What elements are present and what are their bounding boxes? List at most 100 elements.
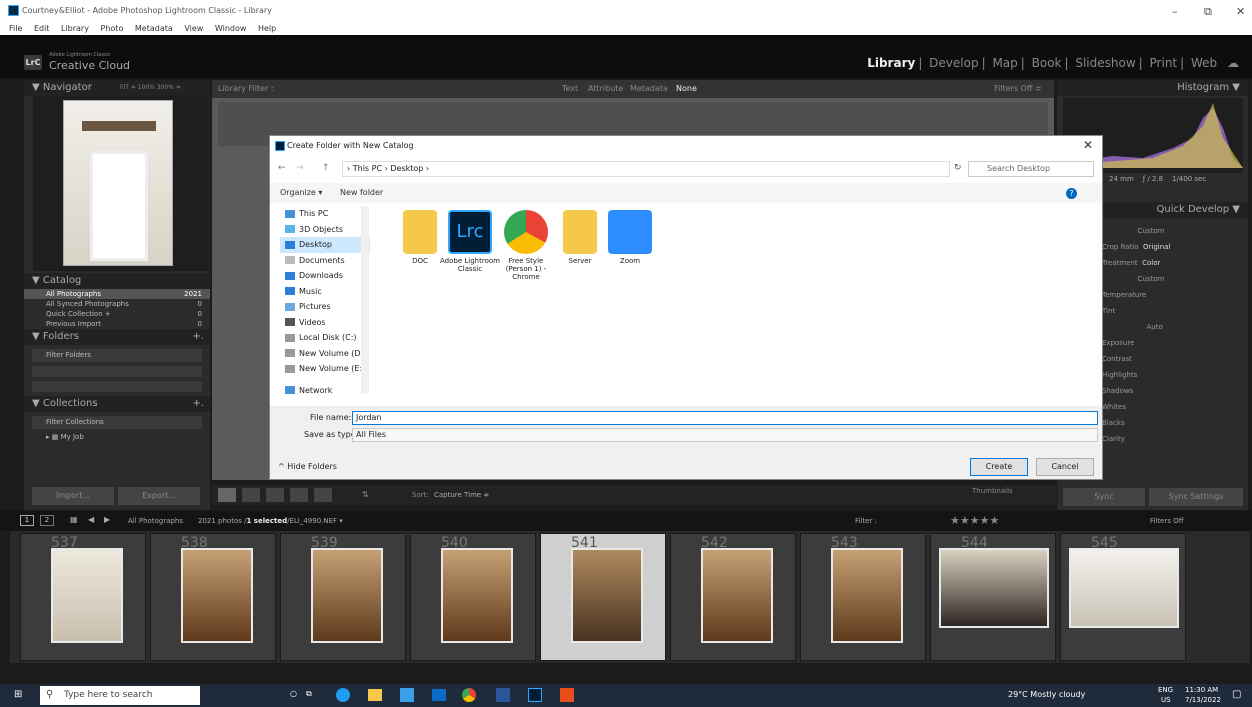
filter-tab-text[interactable]: Text — [562, 80, 578, 98]
contrast-row[interactable]: Contrast — [1102, 351, 1242, 367]
minimize-icon[interactable]: – — [1172, 5, 1178, 18]
volume-row[interactable] — [32, 381, 202, 392]
menu-view[interactable]: View — [184, 22, 203, 35]
app-taskbar-icon[interactable] — [560, 688, 574, 702]
tree-scrollbar[interactable] — [361, 206, 369, 394]
navigator-preview[interactable] — [33, 96, 209, 271]
tree-desktop[interactable]: Desktop — [280, 237, 370, 253]
tree-new-volume-e[interactable]: New Volume (E:) — [280, 361, 370, 377]
notifications-icon[interactable]: ▢ — [1232, 689, 1241, 700]
cortana-icon[interactable]: ○ — [290, 689, 297, 698]
menu-file[interactable]: File — [9, 22, 22, 35]
tree-music[interactable]: Music — [280, 284, 370, 300]
new-folder-button[interactable]: New folder — [340, 183, 383, 203]
auto-button[interactable]: Auto — [1102, 319, 1242, 335]
tree-documents[interactable]: Documents — [280, 253, 370, 269]
word-icon[interactable] — [496, 688, 510, 702]
sort-select[interactable]: Capture Time ≑ — [434, 491, 489, 499]
hide-folders-toggle[interactable]: ^ Hide Folders — [278, 462, 337, 471]
wb-row[interactable]: Custom — [1102, 271, 1242, 287]
weather[interactable]: 29°C Mostly cloudy — [1008, 690, 1085, 699]
preset-row[interactable]: Custom — [1102, 223, 1242, 239]
grid-small-icon[interactable]: ▦ — [70, 515, 78, 524]
sort-direction-icon[interactable]: ⇅ — [362, 490, 369, 499]
treatment-row[interactable]: Treatment Color — [1102, 255, 1242, 271]
module-develop[interactable]: Develop — [929, 56, 978, 70]
rating-filter[interactable]: ★★★★★ — [950, 514, 999, 527]
forward-icon[interactable]: ▶ — [104, 515, 110, 524]
menu-help[interactable]: Help — [258, 22, 276, 35]
sync-settings-button[interactable]: Sync Settings — [1149, 488, 1243, 506]
help-icon[interactable]: ? — [1066, 188, 1077, 199]
clock-date[interactable]: 7/13/2022 — [1185, 696, 1221, 704]
sync-button[interactable]: Sync — [1063, 488, 1145, 506]
back-icon[interactable]: ◀ — [88, 515, 94, 524]
file-chrome[interactable]: Free Style (Person 1) - Chrome — [496, 210, 556, 281]
film-cell-selected[interactable]: 541 — [540, 533, 666, 661]
lang-indicator[interactable]: ENG — [1158, 686, 1173, 694]
tint-row[interactable]: Tint — [1102, 303, 1242, 319]
windows-start-icon[interactable]: ⊞ — [14, 689, 22, 700]
address-bar[interactable]: › This PC › Desktop › — [342, 161, 950, 177]
nav-forward-icon[interactable]: → — [296, 163, 304, 173]
film-cell[interactable]: 543 — [800, 533, 926, 661]
mail-icon[interactable] — [432, 689, 446, 701]
screen1-icon[interactable]: 1 — [20, 515, 34, 526]
temp-row[interactable]: Temperature — [1102, 287, 1242, 303]
shadows-row[interactable]: Shadows — [1102, 383, 1242, 399]
blacks-row[interactable]: Blacks — [1102, 415, 1242, 431]
survey-view-icon[interactable] — [290, 488, 308, 502]
screen2-icon[interactable]: 2 — [40, 515, 54, 526]
dialog-close-icon[interactable]: ✕ — [1083, 138, 1093, 152]
film-cell[interactable]: 539 — [280, 533, 406, 661]
file-zoom[interactable]: Zoom — [600, 210, 660, 265]
module-print[interactable]: Print — [1150, 56, 1178, 70]
catalog-item[interactable]: Quick Collection +0 — [24, 309, 210, 319]
film-cell[interactable]: 544 — [930, 533, 1056, 661]
film-cell[interactable]: 545 — [1060, 533, 1186, 661]
crop-row[interactable]: Crop Ratio Original — [1102, 239, 1242, 255]
filters-off-select[interactable]: Filters Off — [1150, 517, 1184, 525]
film-cell[interactable]: 540 — [410, 533, 536, 661]
tree-new-volume-d[interactable]: New Volume (D: — [280, 346, 370, 362]
volume-row[interactable] — [32, 366, 202, 377]
chrome-taskbar-icon[interactable] — [462, 688, 476, 702]
tree-downloads[interactable]: Downloads — [280, 268, 370, 284]
organize-button[interactable]: Organize ▾ — [280, 183, 322, 203]
module-web[interactable]: Web — [1191, 56, 1217, 70]
collections-header[interactable]: ▼ Collections +. — [24, 396, 210, 412]
menu-edit[interactable]: Edit — [34, 22, 50, 35]
task-view-icon[interactable]: ⧉ — [306, 689, 312, 699]
compare-view-icon[interactable] — [266, 488, 284, 502]
whites-row[interactable]: Whites — [1102, 399, 1242, 415]
loupe-view-icon[interactable] — [242, 488, 260, 502]
film-cell[interactable]: 538 — [150, 533, 276, 661]
store-icon[interactable] — [400, 688, 414, 702]
film-cell[interactable]: 542 — [670, 533, 796, 661]
cancel-button[interactable]: Cancel — [1036, 458, 1094, 476]
thumbnails-slider[interactable]: Thumbnails — [972, 487, 1013, 495]
lightroom-taskbar-icon[interactable] — [528, 688, 542, 702]
catalog-item[interactable]: All Synced Photographs 0 — [24, 299, 210, 309]
refresh-icon[interactable]: ↻ — [954, 163, 962, 173]
savetype-select[interactable]: All Files — [352, 428, 1098, 442]
highlights-row[interactable]: Highlights — [1102, 367, 1242, 383]
module-library[interactable]: Library — [867, 56, 915, 70]
tree-local-disk-c[interactable]: Local Disk (C:) — [280, 330, 370, 346]
filter-collections-input[interactable]: Filter Collections — [32, 416, 202, 429]
module-slideshow[interactable]: Slideshow — [1075, 56, 1135, 70]
catalog-item[interactable]: Previous Import 0 — [24, 319, 210, 329]
module-book[interactable]: Book — [1032, 56, 1062, 70]
file-explorer-icon[interactable] — [368, 689, 382, 701]
nav-back-icon[interactable]: ← — [278, 163, 286, 173]
file-lightroom[interactable]: Lrc Adobe Lightroom Classic — [440, 210, 500, 273]
filmstrip-source[interactable]: All Photographs — [128, 517, 183, 525]
tree-pictures[interactable]: Pictures — [280, 299, 370, 315]
folders-header[interactable]: ▼ Folders +. — [24, 329, 210, 345]
nav-up-icon[interactable]: ↑ — [322, 163, 330, 173]
tree-this-pc[interactable]: This PC — [280, 206, 370, 222]
menu-photo[interactable]: Photo — [101, 22, 124, 35]
menu-library[interactable]: Library — [61, 22, 89, 35]
filter-tab-attribute[interactable]: Attribute — [588, 80, 623, 98]
create-button[interactable]: Create — [970, 458, 1028, 476]
